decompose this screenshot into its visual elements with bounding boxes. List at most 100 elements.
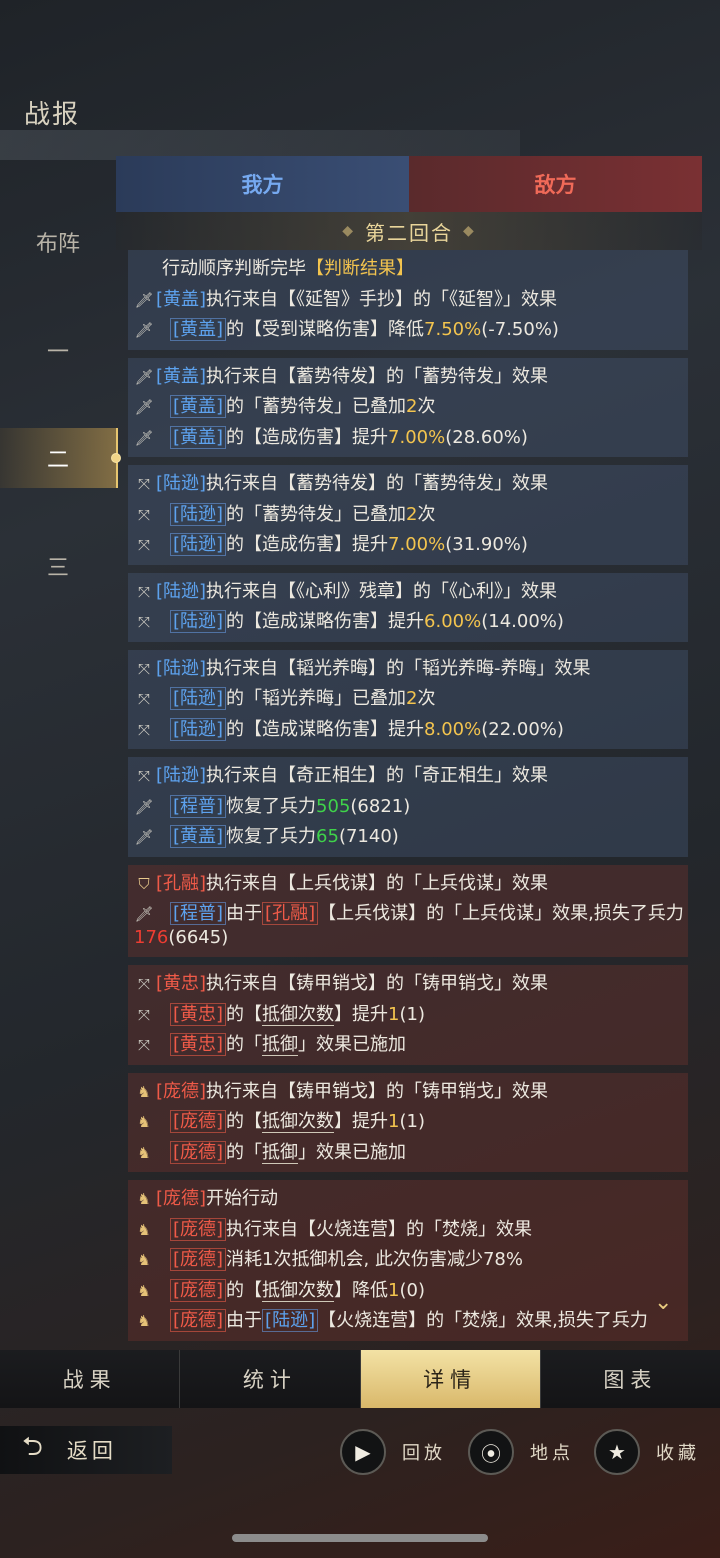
hero-name[interactable]: [庞德] — [170, 1248, 227, 1271]
hero-name[interactable]: [陆逊] — [170, 610, 227, 633]
log-block: 🗡 [黄盖]执行来自【蓄势待发】的「蓄势待发」效果 🗡 [黄盖] 的「蓄势待发」已叠加… — [128, 357, 688, 457]
hero-name[interactable]: [陆逊] — [170, 502, 227, 526]
hero-name[interactable]: [黄忠] — [170, 1002, 227, 1026]
log-line: 行动顺序判断完毕【判断结果】 — [162, 258, 414, 279]
hero-name[interactable]: [庞德] — [170, 1217, 227, 1241]
round-tab-1[interactable]: 一 — [0, 320, 116, 380]
hero-name[interactable]: [黄盖] — [170, 395, 227, 418]
hero-name[interactable]: [孔融] — [262, 902, 319, 925]
bow-icon: ⤧ — [137, 1005, 150, 1024]
hero-name[interactable]: [庞德] — [156, 1188, 206, 1209]
log-block: ⤧ [陆逊]执行来自【韬光养晦】的「韬光养晦-养晦」效果 ⤧ [陆逊] 的「韬光养晦」… — [128, 649, 688, 749]
horse-icon: ♞ — [137, 1220, 151, 1239]
scroll-down-chevron-icon[interactable]: ⌄ — [654, 1290, 672, 1315]
status-link[interactable]: 抵御 — [262, 1141, 299, 1164]
log-line: ♞ [庞德]执行来自【铸甲销戈】的「铸甲销戈」效果 — [134, 1077, 684, 1108]
bow-icon: ⤧ — [137, 505, 150, 524]
bow-icon: ⤧ — [137, 613, 150, 631]
tab-enemy-side[interactable]: 敌方 — [409, 156, 702, 212]
hero-name[interactable]: [陆逊] — [170, 687, 227, 710]
hero-name[interactable]: [陆逊] — [156, 658, 206, 679]
status-link[interactable]: 抵御次数 — [262, 1111, 335, 1133]
hero-name[interactable]: [庞德] — [170, 1278, 227, 1302]
tab-charts[interactable]: 图表 — [541, 1350, 720, 1408]
horse-icon: ♞ — [137, 1113, 151, 1131]
battle-log-panel: 我方 敌方 ◆ 第二回合 ◆ 行动顺序判断完毕【判断结果】 🗡 [黄盖]执行来自【… — [116, 156, 702, 1350]
log-block: ⛉ [孔融]执行来自【上兵伐谋】的「上兵伐谋」效果 🗡 [程普] 由于 [孔融] 【上兵伐… — [128, 864, 688, 957]
return-arrow-icon: ⮌ — [22, 1432, 43, 1462]
horse-icon: ♞ — [137, 1190, 151, 1208]
hero-name[interactable]: [庞德] — [170, 1309, 227, 1332]
play-icon: ▶ — [340, 1429, 386, 1475]
horse-icon: ♞ — [137, 1312, 151, 1330]
log-list[interactable]: 行动顺序判断完毕【判断结果】 🗡 [黄盖]执行来自【《延智》手抄】的「《延智》」效… — [116, 250, 702, 1341]
diamond-icon: ◆ — [342, 223, 355, 239]
back-button[interactable]: ⮌ 返回 — [0, 1426, 172, 1474]
bow-icon: ⤧ — [137, 582, 150, 601]
log-line: ⤧ [陆逊] 的「蓄势待发」已叠加2次 — [134, 500, 684, 531]
bottom-tabs: 战果 统计 详情 图表 — [0, 1350, 720, 1408]
hero-name[interactable]: [庞德] — [170, 1110, 227, 1133]
log-line: ⤧ [陆逊] 的「韬光养晦」已叠加2次 — [134, 684, 684, 715]
hero-name[interactable]: [程普] — [170, 794, 227, 818]
page-title: 战报 — [24, 100, 81, 130]
round-label: 三 — [46, 556, 69, 581]
horse-icon: ♞ — [137, 1143, 151, 1162]
log-line: 🗡 [黄盖] 的【受到谋略伤害】降低7.50%(-7.50%) — [134, 315, 684, 346]
status-link[interactable]: 抵御次数 — [262, 1003, 335, 1026]
back-label: 返回 — [66, 1439, 117, 1463]
hero-name[interactable]: [陆逊] — [156, 473, 206, 494]
tab-results[interactable]: 战果 — [0, 1350, 181, 1408]
hero-name[interactable]: [陆逊] — [170, 717, 227, 741]
hero-name[interactable]: [陆逊] — [156, 765, 206, 786]
bow-icon: ⤧ — [137, 1036, 150, 1054]
hero-name[interactable]: [黄忠] — [170, 1033, 227, 1056]
log-block: ♞ [庞德]开始行动 ♞ [庞德] 执行来自【火烧连营】的「焚烧」效果 ♞ [庞德] 消耗… — [128, 1180, 688, 1341]
horse-icon: ♞ — [137, 1281, 151, 1300]
hero-name[interactable]: [庞德] — [156, 1081, 206, 1102]
sword-icon: 🗡 — [134, 797, 154, 816]
hero-name[interactable]: [陆逊] — [156, 581, 206, 602]
tab-details[interactable]: 详情 — [360, 1350, 541, 1408]
hero-name[interactable]: [黄盖] — [170, 425, 227, 449]
log-block: ⤧ [陆逊]执行来自【蓄势待发】的「蓄势待发」效果 ⤧ [陆逊] 的「蓄势待发」已叠加… — [128, 465, 688, 565]
favorite-label: 收藏 — [656, 1443, 700, 1464]
horse-icon: ♞ — [137, 1082, 151, 1101]
hero-name[interactable]: [程普] — [170, 902, 227, 925]
bow-icon: ⤧ — [137, 475, 150, 493]
log-block: 行动顺序判断完毕【判断结果】 🗡 [黄盖]执行来自【《延智》手抄】的「《延智》」效… — [128, 250, 688, 350]
round-tab-formation[interactable]: 布阵 — [0, 212, 116, 272]
log-line: ♞ [庞德] 的【抵御次数】提升1(1) — [134, 1107, 684, 1138]
favorite-button[interactable]: ★ 收藏 — [594, 1428, 700, 1476]
status-link[interactable]: 抵御 — [262, 1034, 299, 1056]
hero-name[interactable]: [陆逊] — [262, 1309, 319, 1332]
status-link[interactable]: 抵御次数 — [262, 1279, 335, 1302]
round-tab-2[interactable]: 二 — [0, 428, 121, 488]
replay-label: 回放 — [402, 1443, 446, 1464]
hero-name[interactable]: [庞德] — [170, 1140, 227, 1164]
round-label: 一 — [46, 340, 69, 365]
hero-name[interactable]: [黄忠] — [156, 973, 206, 994]
hero-name[interactable]: [黄盖] — [170, 825, 227, 848]
round-label: 二 — [46, 448, 69, 473]
hero-name[interactable]: [陆逊] — [170, 533, 227, 556]
hero-name[interactable]: [黄盖] — [156, 289, 206, 310]
tab-our-side[interactable]: 我方 — [116, 156, 409, 212]
location-button[interactable]: ⦿ 地点 — [468, 1428, 574, 1476]
hero-name[interactable]: [黄盖] — [156, 366, 206, 387]
log-line: ♞ [庞德] 的【抵御次数】降低1(0) — [134, 1276, 684, 1307]
replay-button[interactable]: ▶ 回放 — [340, 1428, 446, 1476]
tab-statistics[interactable]: 统计 — [180, 1350, 361, 1408]
log-line: ⤧ [陆逊]执行来自【蓄势待发】的「蓄势待发」效果 — [134, 469, 684, 500]
sword-icon: 🗡 — [134, 290, 154, 309]
hero-name[interactable]: [黄盖] — [170, 318, 227, 341]
log-line: ♞ [庞德] 执行来自【火烧连营】的「焚烧」效果 — [134, 1215, 684, 1246]
log-block: ⤧ [陆逊]执行来自【奇正相生】的「奇正相生」效果 🗡 [程普] 恢复了兵力505(6… — [128, 757, 688, 857]
home-indicator[interactable] — [232, 1534, 488, 1542]
log-line: ⤧ [陆逊]执行来自【韬光养晦】的「韬光养晦-养晦」效果 — [134, 654, 684, 685]
round-tab-3[interactable]: 三 — [0, 536, 116, 596]
log-line: ⤧ [黄忠]执行来自【铸甲销戈】的「铸甲销戈」效果 — [134, 969, 684, 1000]
hero-name[interactable]: [孔融] — [156, 873, 206, 894]
sword-icon: 🗡 — [134, 398, 154, 416]
log-line: 🗡 [程普] 由于 [孔融] 【上兵伐谋】的「上兵伐谋」效果,损失了兵力176(6645… — [134, 902, 684, 948]
